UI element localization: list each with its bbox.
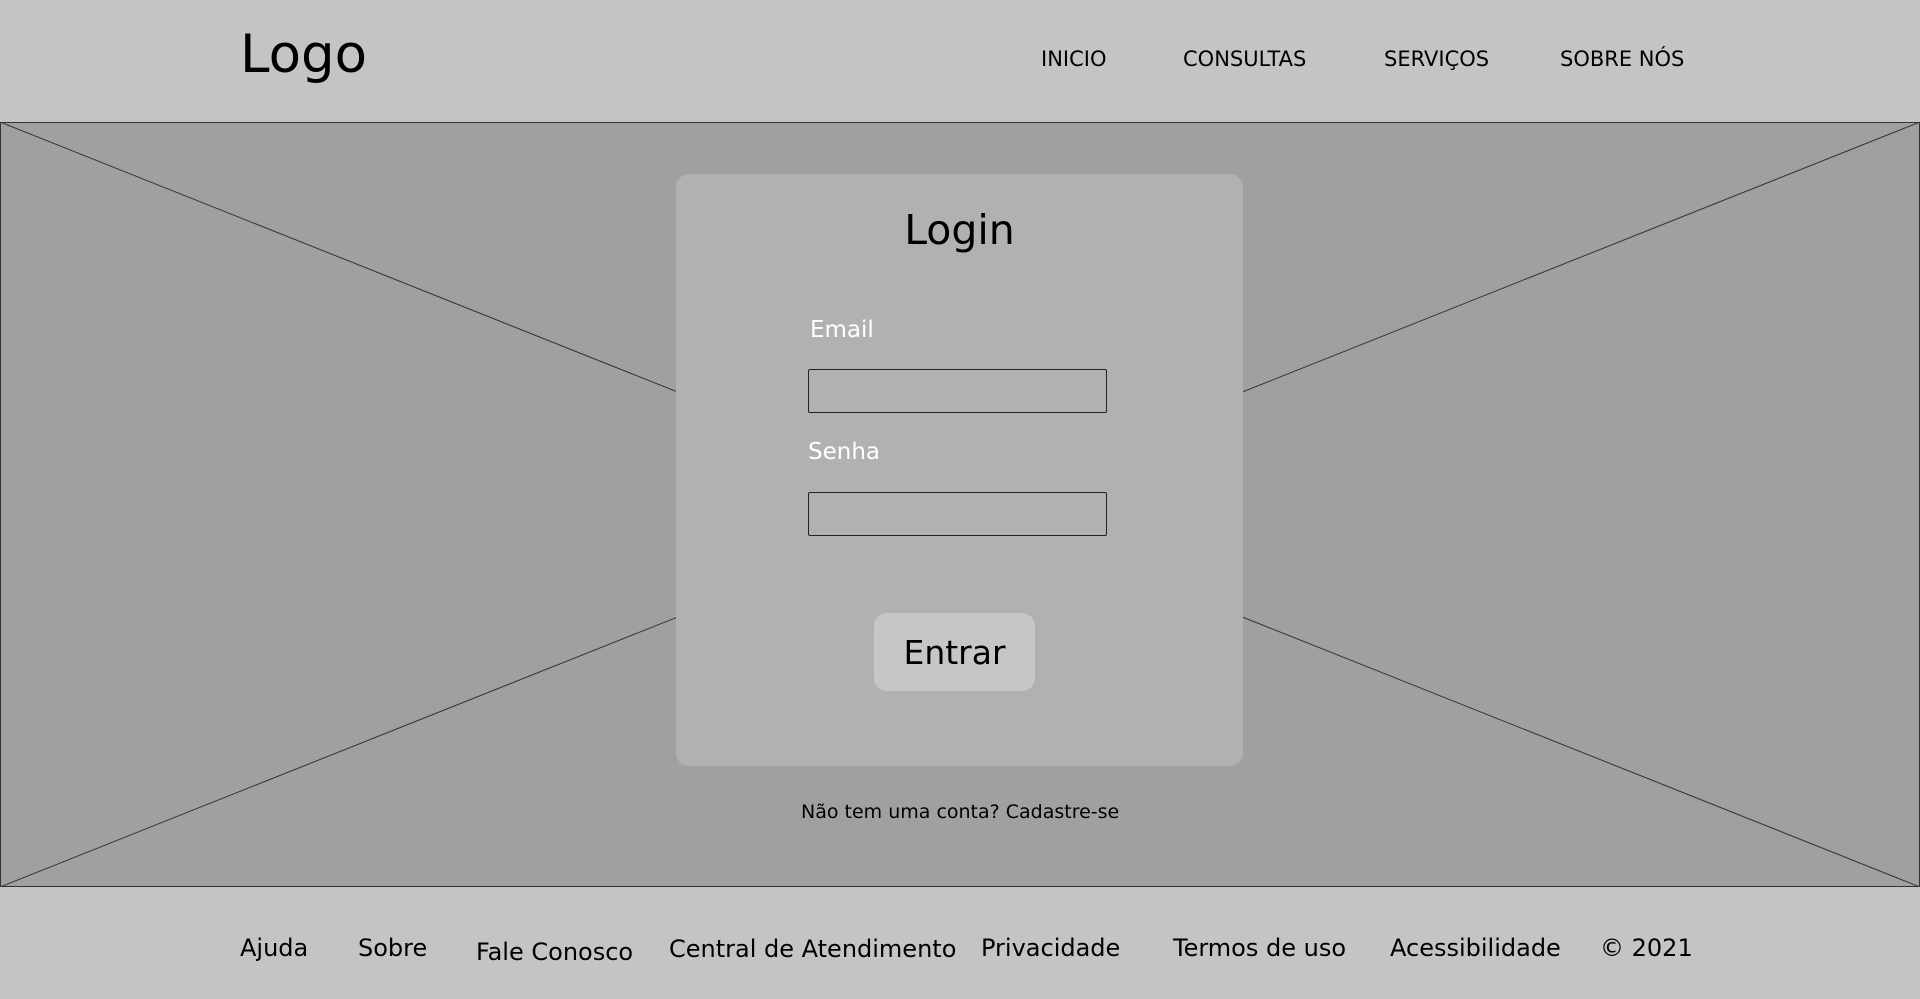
footer-link-sobre[interactable]: Sobre (358, 932, 427, 964)
footer-link-termos-de-uso[interactable]: Termos de uso (1173, 932, 1346, 964)
nav-consultas[interactable]: CONSULTAS (1183, 45, 1306, 73)
logo[interactable]: Logo (240, 22, 367, 88)
nav-servicos[interactable]: SERVIÇOS (1384, 45, 1489, 73)
email-label: Email (810, 317, 874, 343)
login-card: Login Email Senha Entrar (676, 174, 1243, 766)
footer-link-acessibilidade[interactable]: Acessibilidade (1390, 932, 1561, 964)
login-submit-button[interactable]: Entrar (874, 613, 1035, 691)
footer-link-ajuda[interactable]: Ajuda (240, 932, 308, 964)
nav-inicio[interactable]: INICIO (1041, 45, 1106, 73)
footer-link-central-atendimento[interactable]: Central de Atendimento (669, 933, 956, 965)
header: Logo INICIO CONSULTAS SERVIÇOS SOBRE NÓS (0, 0, 1920, 122)
nav-sobre-nos[interactable]: SOBRE NÓS (1560, 45, 1684, 73)
footer-link-fale-conosco[interactable]: Fale Conosco (476, 936, 633, 968)
signup-prompt: Não tem uma conta? Cadastre-se (801, 799, 1119, 825)
password-field[interactable] (808, 492, 1107, 536)
footer-copyright: © 2021 (1600, 934, 1693, 962)
signup-prompt-text: Não tem uma conta? (801, 801, 1000, 823)
email-field[interactable] (808, 369, 1107, 413)
footer: Ajuda Sobre Fale Conosco Central de Aten… (0, 887, 1920, 999)
password-label: Senha (808, 439, 880, 465)
signup-link[interactable]: Cadastre-se (1006, 801, 1120, 823)
login-title: Login (904, 206, 1015, 254)
footer-link-privacidade[interactable]: Privacidade (981, 932, 1120, 964)
